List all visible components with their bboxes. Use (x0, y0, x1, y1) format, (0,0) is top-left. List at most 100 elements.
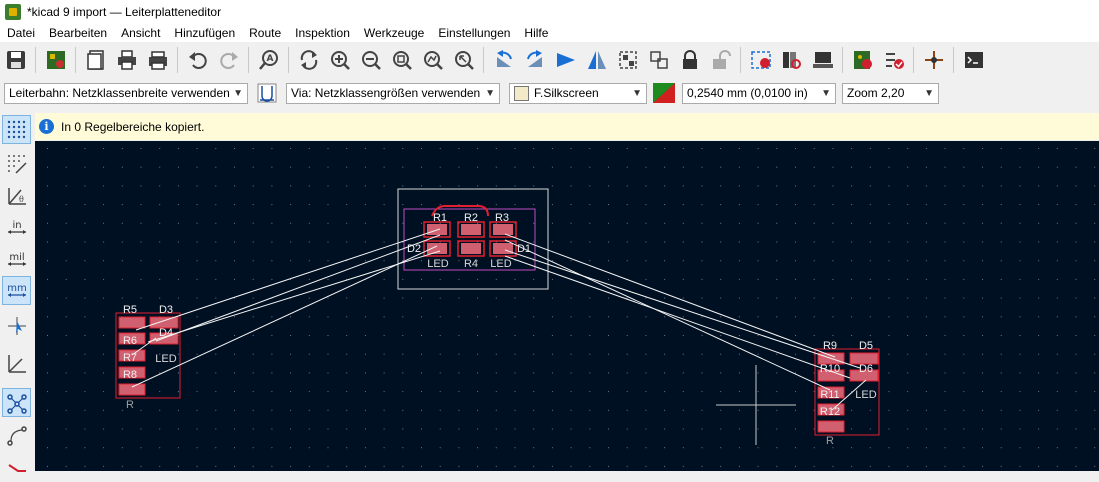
window-title: *kicad 9 import — Leiterplatteneditor (27, 5, 222, 19)
info-bar: i In 0 Regelbereiche kopiert. (35, 113, 1099, 140)
mirror-icon[interactable] (583, 45, 610, 75)
layer-pair-icon[interactable] (650, 78, 677, 108)
menu-datei[interactable]: Datei (0, 26, 42, 40)
drc-icon[interactable] (849, 45, 876, 75)
footprint-editor-icon[interactable] (778, 45, 805, 75)
value-led: LED (855, 389, 876, 401)
zoom-objects-icon[interactable] (419, 45, 446, 75)
grid-overrides-icon[interactable] (2, 149, 31, 178)
ungroup-icon[interactable] (645, 45, 672, 75)
toolbar-separator (177, 47, 178, 73)
redraw-icon[interactable] (295, 45, 322, 75)
grid (35, 141, 1099, 471)
find-icon[interactable]: A (255, 45, 282, 75)
print-icon[interactable] (113, 45, 140, 75)
svg-text:θ: θ (19, 195, 24, 204)
redo-icon[interactable] (215, 45, 242, 75)
menu-bearbeiten[interactable]: Bearbeiten (42, 26, 114, 40)
title-bar: *kicad 9 import — Leiterplatteneditor (0, 0, 1099, 24)
toolbar-separator (483, 47, 484, 73)
toolbar-separator (740, 47, 741, 73)
menu-bar: Datei Bearbeiten Ansicht Hinzufügen Rout… (0, 24, 1099, 42)
chevron-down-icon: ▼ (924, 87, 934, 99)
chevron-down-icon: ▼ (821, 87, 831, 99)
grid-value: 0,2540 mm (0,0100 in) (687, 86, 808, 100)
zoom-select[interactable]: Zoom 2,20 ▼ (842, 82, 939, 104)
zoom-out-icon[interactable] (357, 45, 384, 75)
curved-ratsnest-icon[interactable] (2, 421, 31, 450)
undo-icon[interactable] (184, 45, 211, 75)
svg-text:mm: mm (7, 283, 26, 294)
value-r: R (826, 435, 834, 447)
units-mm-icon[interactable]: mm (2, 276, 31, 305)
lock-icon[interactable] (676, 45, 703, 75)
menu-ansicht[interactable]: Ansicht (114, 26, 167, 40)
design-rules-icon[interactable] (880, 45, 907, 75)
menu-inspektion[interactable]: Inspektion (288, 26, 357, 40)
chevron-down-icon: ▼ (233, 87, 243, 99)
zoom-selection-icon[interactable] (450, 45, 477, 75)
menu-hinzufuegen[interactable]: Hinzufügen (167, 26, 242, 40)
svg-text:A: A (266, 54, 273, 64)
track-width-select[interactable]: Leiterbahn: Netzklassenbreite verwenden … (4, 82, 248, 104)
toolbar-separator (953, 47, 954, 73)
value-led: LED (490, 258, 511, 270)
toolbar-separator (75, 47, 76, 73)
unlock-icon[interactable] (707, 45, 734, 75)
page-settings-icon[interactable] (82, 45, 109, 75)
ref-r1: R1 (433, 212, 447, 224)
ref-r11: R11 (820, 389, 839, 401)
board-setup-icon[interactable] (42, 45, 69, 75)
rotate-cw-icon[interactable] (521, 45, 548, 75)
grid-select[interactable]: 0,2540 mm (0,0100 in) ▼ (682, 82, 836, 104)
menu-route[interactable]: Route (242, 26, 288, 40)
menu-einstellungen[interactable]: Einstellungen (431, 26, 517, 40)
polar-coords-icon[interactable]: θ (2, 181, 31, 210)
ref-r8: R8 (123, 369, 137, 381)
zoom-in-icon[interactable] (326, 45, 353, 75)
track-width-lock-icon[interactable] (253, 78, 280, 108)
layer-value: F.Silkscreen (534, 86, 599, 100)
layer-color-swatch (514, 85, 529, 101)
cursor-crosshair-icon[interactable] (2, 311, 31, 340)
pcb-canvas[interactable]: R1 R2 R3 D2 D1 LED R4 LED R5 D3 R6 R7 R8… (35, 141, 1099, 471)
grid-dots-icon[interactable] (2, 115, 31, 144)
menu-werkzeuge[interactable]: Werkzeuge (357, 26, 431, 40)
info-message: In 0 Regelbereiche kopiert. (61, 119, 205, 134)
menu-hilfe[interactable]: Hilfe (517, 26, 555, 40)
plot-icon[interactable] (144, 45, 171, 75)
schematic-icon[interactable] (920, 45, 947, 75)
ref-r12: R12 (820, 406, 840, 418)
netlist-icon[interactable] (747, 45, 774, 75)
zoom-fit-icon[interactable] (388, 45, 415, 75)
via-size-select[interactable]: Via: Netzklassengrößen verwenden ▼ (286, 82, 500, 104)
save-icon[interactable] (2, 45, 29, 75)
ref-r7: R7 (123, 352, 137, 364)
ref-r4: R4 (464, 258, 478, 270)
ref-r2: R2 (464, 212, 478, 224)
rotate-ccw-icon[interactable] (490, 45, 517, 75)
zoom-value: Zoom 2,20 (847, 86, 905, 100)
main-toolbar: A (0, 42, 1099, 78)
info-icon: i (39, 119, 54, 134)
show-tracks-icon[interactable] (2, 453, 31, 482)
value-led: LED (427, 258, 448, 270)
scripting-console-icon[interactable] (960, 45, 987, 75)
footprint-browser-icon[interactable] (809, 45, 836, 75)
units-inch-icon[interactable]: in (2, 213, 31, 242)
via-size-value: Via: Netzklassengrößen verwenden (291, 86, 481, 100)
chevron-down-icon: ▼ (632, 87, 642, 99)
layer-select[interactable]: F.Silkscreen ▼ (509, 82, 647, 104)
units-mil-icon[interactable]: mil (2, 245, 31, 274)
ratsnest-angle-icon[interactable] (2, 349, 31, 378)
svg-text:in: in (12, 220, 21, 231)
ref-d6: D6 (859, 363, 873, 375)
ref-r9: R9 (823, 340, 837, 352)
flip-icon[interactable] (552, 45, 579, 75)
left-toolbar: θ in mil mm (0, 113, 35, 472)
ref-r3: R3 (495, 212, 509, 224)
ref-r5: R5 (123, 304, 137, 316)
pcb-drawing: R1 R2 R3 D2 D1 LED R4 LED R5 D3 R6 R7 R8… (35, 141, 1099, 471)
ratsnest-icon[interactable] (2, 388, 31, 417)
group-icon[interactable] (614, 45, 641, 75)
